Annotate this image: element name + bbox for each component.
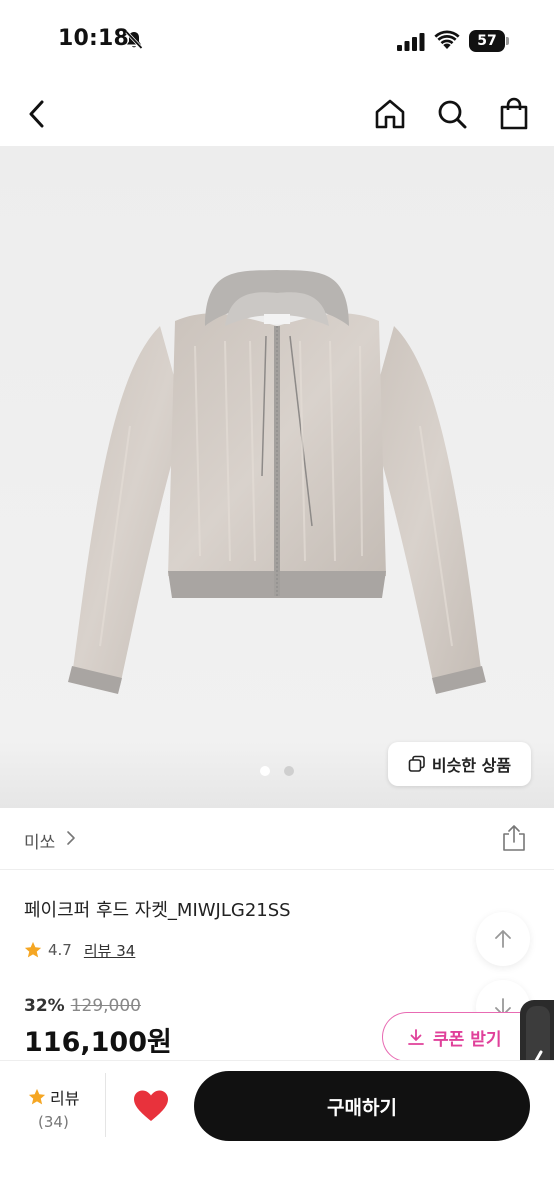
bottom-action-bar: 리뷰 (34) 구매하기 [0,1060,554,1200]
share-icon[interactable] [501,824,527,852]
star-icon [28,1088,46,1105]
home-icon[interactable] [372,96,408,132]
signal-icon [397,33,425,51]
rating-row: 4.7 리뷰 34 [24,938,135,962]
coupon-label: 쿠폰 받기 [433,1029,502,1050]
heart-icon[interactable] [132,1089,170,1123]
gallery-dot-active[interactable] [260,766,270,776]
back-chevron-icon[interactable] [20,96,56,132]
product-title: 페이크퍼 후드 자켓_MIWJLG21SS [24,900,291,921]
review-link[interactable]: 리뷰 34 [84,940,135,961]
rating-value: 4.7 [48,941,72,959]
gallery-dot[interactable] [284,766,294,776]
similar-products-label: 비슷한 상품 [431,756,512,775]
search-icon[interactable] [434,96,470,132]
bottom-review-button[interactable]: 리뷰 (34) [0,1073,106,1137]
bottom-review-label: 리뷰 [50,1089,80,1108]
chevron-right-icon [67,831,75,845]
scroll-to-top-button[interactable] [476,912,530,966]
product-image-gallery[interactable]: 비슷한 상품 [0,146,554,808]
original-price: 129,000 [70,996,142,1016]
shopping-bag-icon[interactable] [496,96,532,132]
brand-link[interactable]: 미쏘 [24,828,55,853]
bell-slash-icon [125,30,143,50]
gallery-pagination [258,766,298,778]
download-icon [408,1029,424,1045]
status-bar: 10:18 57 [0,0,554,80]
status-time: 10:18 [58,26,130,51]
sale-price: 116,100원 [24,1027,172,1058]
wifi-icon [434,30,460,49]
similar-products-button[interactable]: 비슷한 상품 [388,742,531,786]
arrow-up-icon [495,930,511,948]
battery-icon: 57 [469,30,509,52]
discount-rate: 32% [24,996,65,1016]
bottom-review-count: (34) [38,1113,69,1131]
brand-row: 미쏘 [0,808,554,870]
discount-row: 32% 129,000 [24,996,141,1016]
top-nav [0,80,554,146]
product-image [0,146,554,808]
star-icon [24,941,42,958]
copy-icon [408,755,425,772]
battery-level: 57 [469,30,505,52]
buy-button[interactable]: 구매하기 [194,1071,530,1141]
